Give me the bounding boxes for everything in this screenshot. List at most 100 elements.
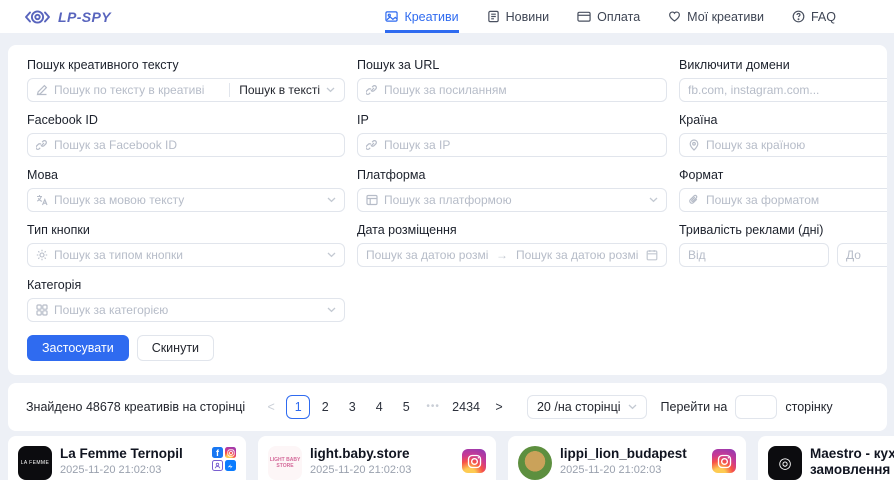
calendar-icon — [646, 249, 658, 261]
category-select[interactable] — [27, 298, 345, 322]
platform-select[interactable] — [357, 188, 667, 212]
facebook-id-control — [27, 133, 345, 157]
field-creative-text: Пошук креативного тексту Пошук в тексті — [27, 58, 345, 102]
duration-from-control — [679, 243, 829, 267]
field-label: Пошук за URL — [357, 58, 667, 72]
card-date: 2025-11-20 21:02:03 — [560, 464, 687, 476]
translate-icon — [36, 194, 48, 206]
pagination-ellipsis[interactable]: ••• — [421, 395, 445, 419]
page-button-4[interactable]: 4 — [367, 395, 391, 419]
page-size-select[interactable]: 20 /на сторінці — [527, 395, 647, 419]
creative-text-group: Пошук в тексті — [27, 78, 345, 102]
date-from-input[interactable] — [366, 248, 488, 262]
chevron-down-icon — [327, 307, 336, 313]
goto-suffix: сторінку — [785, 400, 832, 414]
field-label: Тривалість реклами (дні) — [679, 223, 887, 237]
field-label: Формат — [679, 168, 887, 182]
creative-card[interactable]: LA FEMME La Femme Ternopil 2025-11-20 21… — [8, 436, 246, 480]
nav-tab-my-creatives[interactable]: Мої креативи — [668, 0, 764, 33]
nav-tab-faq[interactable]: FAQ — [792, 0, 836, 33]
eye-logo-icon — [24, 8, 51, 26]
duration-from-input[interactable] — [688, 248, 820, 262]
page-button-3[interactable]: 3 — [340, 395, 364, 419]
category-input[interactable] — [54, 303, 321, 317]
chevron-down-icon — [326, 87, 335, 93]
field-url: Пошук за URL — [357, 58, 667, 102]
creative-card[interactable]: lippi_lion_budapest 2025-11-20 21:02:03 … — [508, 436, 746, 480]
nav-tab-creatives[interactable]: Креативи — [385, 0, 458, 33]
chevron-down-icon — [628, 404, 637, 410]
format-input[interactable] — [706, 193, 887, 207]
next-page-button[interactable]: > — [487, 395, 511, 419]
card-icon — [577, 10, 591, 23]
network-icons: f — [210, 447, 236, 471]
duration-to-control — [837, 243, 887, 267]
goto-prefix: Перейти на — [661, 400, 728, 414]
language-input[interactable] — [54, 193, 321, 207]
duration-to-input[interactable] — [846, 248, 887, 262]
field-format: Формат — [679, 168, 887, 212]
avatar: LA FEMME — [18, 446, 52, 480]
field-placement-date: Дата розміщення → — [357, 223, 667, 267]
facebook-icon: f — [212, 447, 223, 458]
pencil-icon — [36, 84, 48, 96]
chevron-down-icon — [327, 252, 336, 258]
messenger-icon — [225, 460, 236, 471]
field-label: Пошук креативного тексту — [27, 58, 345, 72]
page-button-5[interactable]: 5 — [394, 395, 418, 419]
field-label: Виключити домени — [679, 58, 887, 72]
url-input[interactable] — [384, 83, 658, 97]
field-category: Категорія — [27, 278, 345, 322]
goto-page-input[interactable] — [735, 395, 777, 419]
nav-label: Мої креативи — [687, 10, 764, 24]
main-nav: Креативи Новини Оплата Мої креативи FAQ — [385, 0, 836, 33]
exclude-domains-input[interactable] — [688, 83, 887, 97]
creative-card[interactable]: ◎ Maestro - кухні, меблі на замовлення в… — [758, 436, 894, 480]
avatar — [518, 446, 552, 480]
field-label: Країна — [679, 113, 887, 127]
nav-label: Оплата — [597, 10, 640, 24]
prev-page-button[interactable]: < — [259, 395, 283, 419]
creative-text-input[interactable] — [54, 83, 215, 97]
field-platform: Платформа — [357, 168, 667, 212]
facebook-id-input[interactable] — [54, 138, 336, 152]
field-label: Мова — [27, 168, 345, 182]
date-range-picker[interactable]: → — [357, 243, 667, 267]
field-label: Дата розміщення — [357, 223, 667, 237]
language-select[interactable] — [27, 188, 345, 212]
field-language: Мова — [27, 168, 345, 212]
field-duration: Тривалість реклами (дні) — [679, 223, 887, 267]
page-button-2[interactable]: 2 — [313, 395, 337, 419]
field-ip: IP — [357, 113, 667, 157]
nav-tab-news[interactable]: Новини — [487, 0, 550, 33]
format-control — [679, 188, 887, 212]
country-control — [679, 133, 887, 157]
ip-input[interactable] — [384, 138, 658, 152]
heart-icon — [668, 10, 681, 23]
pin-icon — [688, 139, 700, 151]
instagram-icon — [712, 449, 736, 473]
country-input[interactable] — [706, 138, 887, 152]
nav-label: Новини — [506, 10, 550, 24]
app-logo[interactable]: LP-SPY — [24, 0, 111, 33]
search-mode-select[interactable]: Пошук в тексті — [229, 83, 344, 97]
field-exclude-domains: Виключити домени — [679, 58, 887, 102]
button-type-select[interactable] — [27, 243, 345, 267]
creative-card[interactable]: LIGHT BABY STORE light.baby.store 2025-1… — [258, 436, 496, 480]
page-button-1[interactable]: 1 — [286, 395, 310, 419]
apply-button[interactable]: Застосувати — [27, 335, 129, 361]
date-to-input[interactable] — [516, 248, 638, 262]
chevron-down-icon — [649, 197, 658, 203]
reset-button[interactable]: Скинути — [137, 335, 214, 361]
arrow-right-icon: → — [496, 248, 508, 262]
platform-input[interactable] — [384, 193, 643, 207]
page-button-last[interactable]: 2434 — [448, 395, 484, 419]
card-date: 2025-11-20 21:02:03 — [60, 464, 183, 476]
nav-tab-payment[interactable]: Оплата — [577, 0, 640, 33]
instagram-icon — [225, 447, 236, 458]
link-icon — [366, 84, 378, 96]
profile-icon — [212, 460, 223, 471]
exclude-domains-control — [679, 78, 887, 102]
button-type-input[interactable] — [54, 248, 321, 262]
results-summary: Знайдено 48678 креативів на сторінці — [26, 400, 245, 414]
